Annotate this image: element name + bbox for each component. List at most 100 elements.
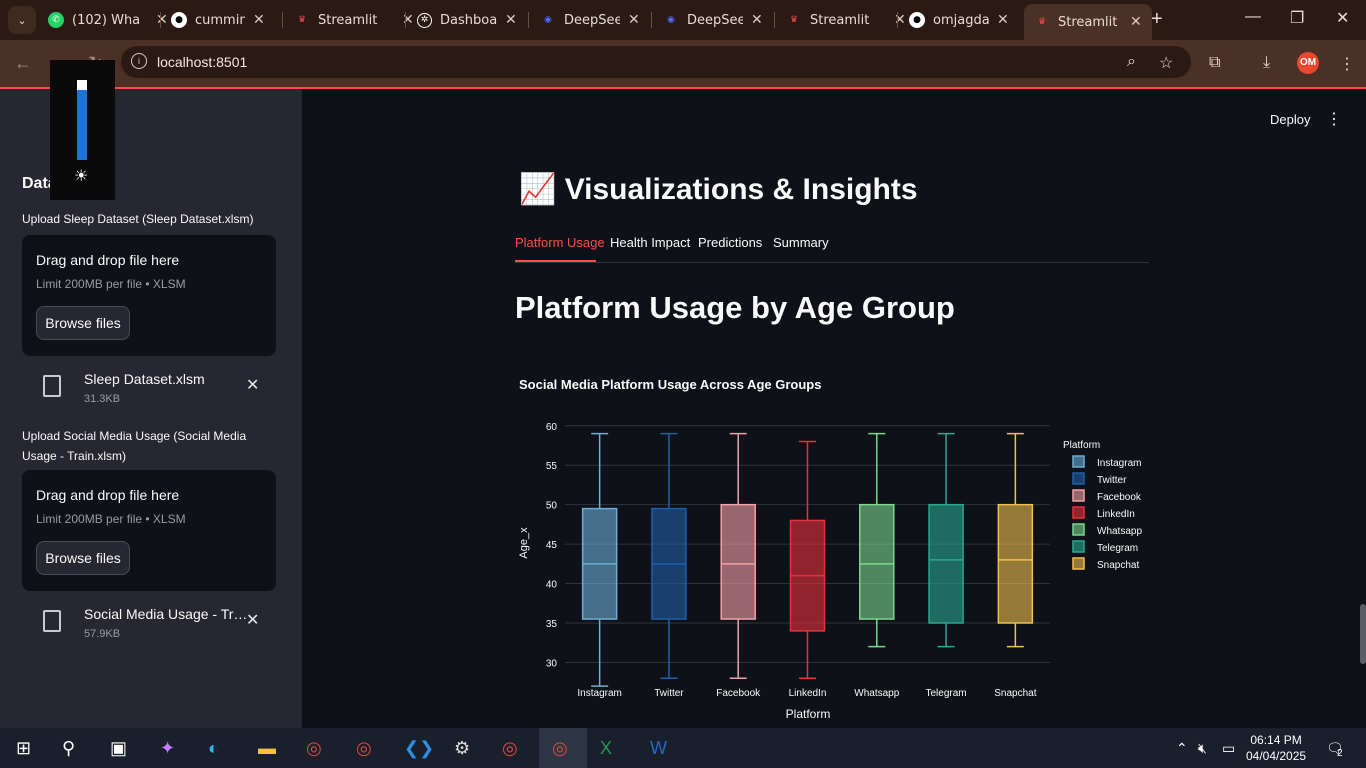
- box-iqr: [859, 503, 895, 620]
- deepseek-icon: ◉: [544, 15, 552, 25]
- x-tick-labels: Instagram Twitter Facebook LinkedIn Whatsapp…: [577, 688, 1036, 699]
- uploaded-file-row: Sleep Dataset.xlsm 31.3KB ✕: [22, 367, 276, 413]
- y-axis-label: Age_x: [518, 527, 530, 559]
- new-tab-icon[interactable]: +: [1151, 8, 1163, 31]
- page-title: 📈 Visualizations & Insights: [519, 173, 918, 206]
- tab-predictions[interactable]: Predictions: [698, 235, 762, 250]
- browser-tab-active[interactable]: ♛ Streamlit ✕: [1024, 4, 1152, 40]
- legend-label: Facebook: [1097, 492, 1142, 503]
- legend-label: Twitter: [1097, 475, 1127, 486]
- excel-icon[interactable]: X: [600, 738, 612, 759]
- close-tab-icon[interactable]: ✕: [1130, 14, 1142, 30]
- tab-title: Streamlit: [1058, 14, 1118, 30]
- close-tab-icon[interactable]: ✕: [894, 12, 906, 28]
- edge-icon[interactable]: ◐: [208, 738, 219, 759]
- browser-tab[interactable]: ● cummins ✕: [171, 6, 265, 34]
- bookmark-star-icon[interactable]: ☆: [1159, 53, 1173, 73]
- window-close-icon[interactable]: ✕: [1336, 8, 1349, 28]
- social-dropzone[interactable]: Drag and drop file here Limit 200MB per …: [22, 470, 276, 591]
- legend-swatch: [1072, 540, 1085, 553]
- uploaded-file-row: Social Media Usage - Train.xlsm 57.9KB ✕: [22, 602, 276, 648]
- tab-bar: Platform Usage Health Impact Predictions…: [515, 234, 1149, 263]
- box-iqr: [997, 503, 1034, 624]
- box-plot-chart: Social Media Platform Usage Across Age G…: [518, 377, 1142, 721]
- y-tick-label: 40: [546, 580, 558, 591]
- x-tick-label: Snapchat: [994, 688, 1036, 699]
- profile-avatar[interactable]: OM: [1297, 52, 1319, 74]
- clock-date: 04/04/2025: [1246, 749, 1307, 763]
- close-tab-icon[interactable]: ✕: [505, 12, 517, 28]
- brightness-slider-handle[interactable]: [77, 80, 87, 90]
- tab-platform-usage[interactable]: Platform Usage: [515, 235, 605, 250]
- browser-tab[interactable]: ✆ (102) Wha ✕: [48, 6, 168, 34]
- scrollbar-thumb[interactable]: [1360, 604, 1366, 664]
- legend[interactable]: Instagram Twitter Facebook LinkedIn Whatsapp…: [1072, 455, 1142, 571]
- close-tab-icon[interactable]: ✕: [402, 12, 414, 28]
- main-menu-icon[interactable]: ⋮: [1326, 109, 1342, 129]
- back-arrow-icon[interactable]: ←: [14, 53, 32, 74]
- browser-tab[interactable]: ♛ Streamlit ✕: [294, 6, 414, 34]
- taskbar-clock[interactable]: 06:14 PM 04/04/2025: [1246, 732, 1306, 764]
- x-tick-label: Telegram: [926, 688, 967, 699]
- close-tab-icon[interactable]: ✕: [253, 12, 265, 28]
- legend-swatch: [1072, 506, 1085, 519]
- file-name: Sleep Dataset.xlsm: [84, 371, 205, 387]
- chrome-icon[interactable]: ◎: [356, 738, 372, 759]
- tray-chevron-icon[interactable]: ⌃: [1176, 740, 1188, 757]
- browse-files-button[interactable]: Browse files: [36, 541, 130, 575]
- windows-taskbar: ⊞ ⚲ ▣ ✦ ◐ ▬ ◎ ◎ ❮❯ ⚙ ◎ ◎ X W ⌃ 🔇︎ ▭ 06:1…: [0, 728, 1366, 768]
- browser-tab[interactable]: ◉ DeepSeek ✕: [540, 6, 640, 34]
- close-tab-icon[interactable]: ✕: [156, 12, 168, 28]
- zoom-icon[interactable]: ⌕: [1127, 53, 1136, 71]
- tab-title: cummins: [195, 12, 245, 28]
- legend-swatch: [1072, 455, 1085, 468]
- close-tab-icon[interactable]: ✕: [997, 12, 1009, 28]
- download-icon[interactable]: ⤓: [1263, 54, 1270, 72]
- tab-health-impact[interactable]: Health Impact: [610, 235, 690, 250]
- tab-search-button[interactable]: ⌄: [8, 6, 36, 34]
- browser-tab[interactable]: ✲ Dashboar ✕: [417, 6, 517, 34]
- chrome-icon[interactable]: ◎: [502, 738, 518, 759]
- task-view-icon[interactable]: ▣: [110, 738, 127, 759]
- chrome-icon[interactable]: ◎: [552, 738, 568, 759]
- browser-menu-icon[interactable]: ⋮: [1339, 54, 1355, 74]
- deploy-button[interactable]: Deploy: [1270, 112, 1310, 127]
- browser-tab[interactable]: ♛ Streamlit ✕: [786, 6, 906, 34]
- chrome-icon[interactable]: ◎: [306, 738, 322, 759]
- close-tab-icon[interactable]: ✕: [751, 12, 763, 28]
- word-icon[interactable]: W: [650, 738, 667, 759]
- network-icon[interactable]: ▭: [1222, 740, 1235, 757]
- legend-label: Snapchat: [1097, 560, 1139, 571]
- tab-summary[interactable]: Summary: [773, 235, 829, 250]
- browse-files-button[interactable]: Browse files: [36, 306, 130, 340]
- site-info-icon[interactable]: i: [131, 53, 147, 69]
- search-icon[interactable]: ⚲: [62, 738, 75, 759]
- legend-title: Platform: [1063, 440, 1100, 451]
- address-bar[interactable]: i localhost:8501 ⌕ ☆: [121, 46, 1191, 78]
- x-axis-label: Platform: [786, 707, 831, 721]
- minimize-icon[interactable]: —: [1245, 8, 1261, 26]
- browser-tab[interactable]: ◉ DeepSeek ✕: [663, 6, 763, 34]
- brightness-flyout[interactable]: ☀: [50, 60, 115, 200]
- browser-tab[interactable]: ● omjagdal ✕: [909, 6, 1009, 34]
- chart-title: Social Media Platform Usage Across Age G…: [519, 377, 821, 392]
- extensions-icon[interactable]: ⧉: [1209, 54, 1220, 72]
- windows-start-icon[interactable]: ⊞: [16, 738, 31, 759]
- remove-file-icon[interactable]: ✕: [246, 610, 259, 630]
- settings-gear-icon[interactable]: ⚙: [454, 738, 470, 759]
- file-icon: [43, 375, 61, 397]
- sleep-dropzone[interactable]: Drag and drop file here Limit 200MB per …: [22, 235, 276, 356]
- file-explorer-icon[interactable]: ▬: [258, 738, 276, 759]
- volume-muted-icon[interactable]: 🔇︎: [1198, 740, 1207, 757]
- legend-swatch: [1072, 472, 1085, 485]
- restore-icon[interactable]: ❐: [1290, 8, 1304, 28]
- legend-swatch: [1072, 489, 1085, 502]
- close-tab-icon[interactable]: ✕: [628, 12, 640, 28]
- vscode-icon[interactable]: ❮❯: [404, 738, 434, 759]
- remove-file-icon[interactable]: ✕: [246, 375, 259, 395]
- y-tick-label: 30: [546, 658, 558, 669]
- copilot-icon[interactable]: ✦: [160, 738, 175, 759]
- sidebar: Data Upload Upload Sleep Dataset (Sleep …: [0, 89, 302, 728]
- legend-label: Instagram: [1097, 458, 1141, 469]
- tab-title: DeepSeek: [687, 12, 743, 28]
